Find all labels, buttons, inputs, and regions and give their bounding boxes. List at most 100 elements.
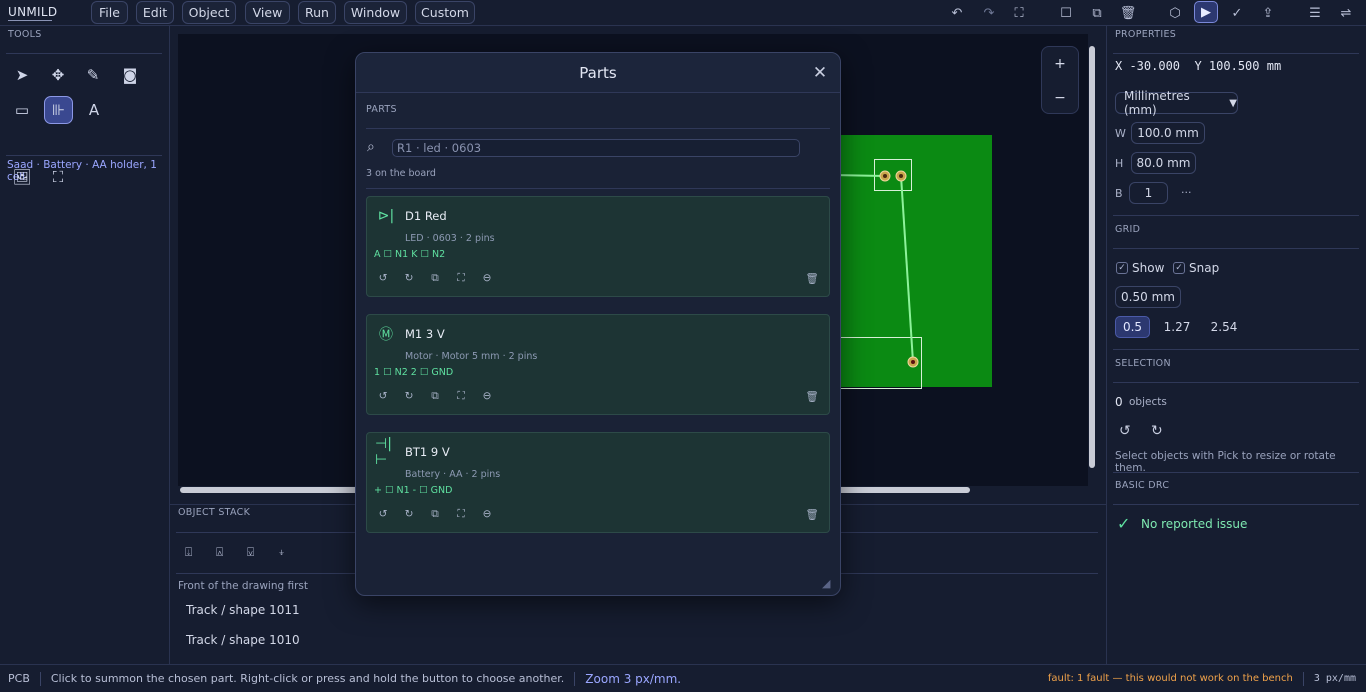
send-backward-icon[interactable]: ⍌	[247, 545, 254, 560]
focus-icon[interactable]: ⛶	[454, 507, 468, 521]
redo-icon[interactable]: ↷	[978, 3, 1000, 23]
camera-icon[interactable]: ◙	[117, 62, 143, 88]
object-stack-hint: Front of the drawing first	[178, 580, 309, 592]
divider	[1113, 472, 1359, 473]
duplicate-icon[interactable]: ⧉	[428, 507, 442, 521]
selection-count-label: objects	[1129, 396, 1167, 408]
grid-size-field[interactable]: 0.50 mm	[1115, 286, 1181, 308]
rotate-right-icon[interactable]: ↻	[402, 271, 416, 285]
stack-item[interactable]: Track / shape 1011	[186, 603, 300, 617]
duplicate-icon[interactable]: ⧉	[428, 389, 442, 403]
part-tool-icon[interactable]: ⊪	[44, 96, 73, 124]
menu-run[interactable]: Run	[298, 1, 336, 24]
parts-section-title: PARTS	[366, 104, 397, 115]
motor-icon: Ⓜ	[379, 327, 393, 343]
properties-panel: PROPERTIES X -30.000 Y 100.500 mm Millim…	[1106, 26, 1366, 664]
object-stack-title: OBJECT STACK	[178, 507, 251, 518]
part-card[interactable]: Ⓜ M1 3 V Motor · Motor 5 mm · 2 pins 1 ☐…	[366, 314, 830, 415]
bring-front-icon[interactable]: ⍗	[185, 545, 192, 560]
parts-count: 3 on the board	[366, 168, 436, 179]
focus-icon[interactable]: ⛶	[454, 389, 468, 403]
led-icon: ⊳|	[377, 208, 395, 224]
lock-icon[interactable]: ⊖	[480, 271, 494, 285]
grid-preset-1-27[interactable]: 1.27	[1159, 316, 1195, 338]
cube-icon[interactable]: ⬡	[1164, 3, 1186, 23]
zoom-in-button[interactable]: +	[1042, 47, 1078, 81]
send-back-icon[interactable]: ⍖	[278, 545, 285, 560]
top-menubar: UNMILD File Edit Object View Run Window …	[0, 0, 1366, 26]
menu-edit[interactable]: Edit	[136, 1, 174, 24]
group-icon[interactable]: ⧉	[1086, 3, 1108, 23]
lock-icon[interactable]: ⊖	[480, 507, 494, 521]
more-button[interactable]: ···	[1181, 186, 1192, 199]
snap-checkbox[interactable]: ✓ Snap	[1173, 261, 1219, 275]
run-play-icon[interactable]: ▶	[1194, 1, 1218, 23]
grid-preset-2-54[interactable]: 2.54	[1205, 316, 1243, 338]
menu-window[interactable]: Window	[344, 1, 407, 24]
sliders-icon[interactable]: ⇌	[1335, 3, 1357, 23]
part-name: D1 Red	[405, 209, 447, 223]
duplicate-icon[interactable]: ⧉	[428, 271, 442, 285]
stack-item[interactable]: Track / shape 1010	[186, 633, 300, 647]
b-field[interactable]: 1	[1129, 182, 1168, 204]
search-placeholder: R1 · led · 0603	[397, 141, 482, 155]
search-input[interactable]: R1 · led · 0603	[392, 139, 800, 157]
menu-object[interactable]: Object	[182, 1, 236, 24]
rotate-right-icon[interactable]: ↻	[402, 389, 416, 403]
square-icon[interactable]: ☐	[1055, 3, 1077, 23]
height-field[interactable]: 80.0 mm	[1131, 152, 1196, 174]
menu-custom[interactable]: Custom	[415, 1, 475, 24]
rotate-right-icon[interactable]: ↻	[1151, 423, 1163, 439]
logo-underline	[8, 20, 52, 21]
menu-view[interactable]: View	[245, 1, 290, 24]
status-bar: PCB Click to summon the chosen part. Rig…	[0, 664, 1366, 692]
fit-screen-icon[interactable]: ⛶	[1008, 3, 1030, 23]
divider	[1113, 248, 1359, 249]
divider	[366, 128, 830, 129]
move-icon[interactable]: ✥	[45, 62, 71, 88]
status-scale: 3 px/mm	[1313, 673, 1356, 684]
hamburger-icon[interactable]: ☰	[1304, 3, 1326, 23]
image-icon[interactable]: 🖼	[9, 164, 35, 190]
part-card[interactable]: ⊣|⊢ BT1 9 V Battery · AA · 2 pins + ☐ N1…	[366, 432, 830, 533]
resize-grip-icon[interactable]: ◢	[822, 577, 830, 590]
close-icon[interactable]: ✕	[810, 63, 830, 83]
part-desc: Motor · Motor 5 mm · 2 pins	[405, 351, 538, 362]
rotate-left-icon[interactable]: ↺	[376, 271, 390, 285]
width-field[interactable]: 100.0 mm	[1131, 122, 1205, 144]
lock-icon[interactable]: ⊖	[480, 389, 494, 403]
vertical-scrollbar[interactable]	[1089, 46, 1095, 468]
rotate-left-icon[interactable]: ↺	[376, 389, 390, 403]
pen-icon[interactable]: ✎	[80, 62, 106, 88]
zoom-out-button[interactable]: −	[1042, 81, 1078, 115]
dialog-title: Parts	[579, 64, 617, 82]
focus-icon[interactable]: ⛶	[454, 271, 468, 285]
text-icon[interactable]: A	[81, 97, 107, 123]
trash-icon[interactable]: 🗑	[805, 271, 819, 285]
rectangle-icon[interactable]: ▭	[9, 97, 35, 123]
rotate-left-icon[interactable]: ↺	[376, 507, 390, 521]
trash-icon[interactable]: 🗑	[1117, 3, 1139, 23]
battery-icon: ⊣|⊢	[375, 436, 392, 468]
drc-title: BASIC DRC	[1115, 480, 1170, 491]
frame-icon[interactable]: ⛶	[45, 164, 71, 190]
status-fault[interactable]: fault: 1 fault — this would not work on …	[1048, 673, 1293, 684]
bring-forward-icon[interactable]: ⍓	[216, 545, 223, 560]
selection-count: 0	[1115, 395, 1123, 409]
check-icon[interactable]: ✓	[1226, 3, 1248, 23]
export-icon[interactable]: ⇪	[1257, 3, 1279, 23]
check-icon: ✓	[1117, 514, 1131, 533]
rotate-right-icon[interactable]: ↻	[402, 507, 416, 521]
pointer-icon[interactable]: ➤	[9, 62, 35, 88]
check-icon: ✓	[1173, 262, 1185, 274]
show-grid-checkbox[interactable]: ✓ Show	[1116, 261, 1164, 275]
unit-select[interactable]: Millimetres (mm) ▼	[1115, 89, 1238, 117]
part-card[interactable]: ⊳| D1 Red LED · 0603 · 2 pins A ☐ N1 K ☐…	[366, 196, 830, 297]
menu-file[interactable]: File	[91, 1, 128, 24]
trash-icon[interactable]: 🗑	[805, 389, 819, 403]
grid-preset-0-5[interactable]: 0.5	[1115, 316, 1150, 338]
undo-icon[interactable]: ↶	[946, 3, 968, 23]
trash-icon[interactable]: 🗑	[805, 507, 819, 521]
rotate-left-icon[interactable]: ↺	[1119, 423, 1131, 439]
tools-title: TOOLS	[8, 29, 42, 40]
